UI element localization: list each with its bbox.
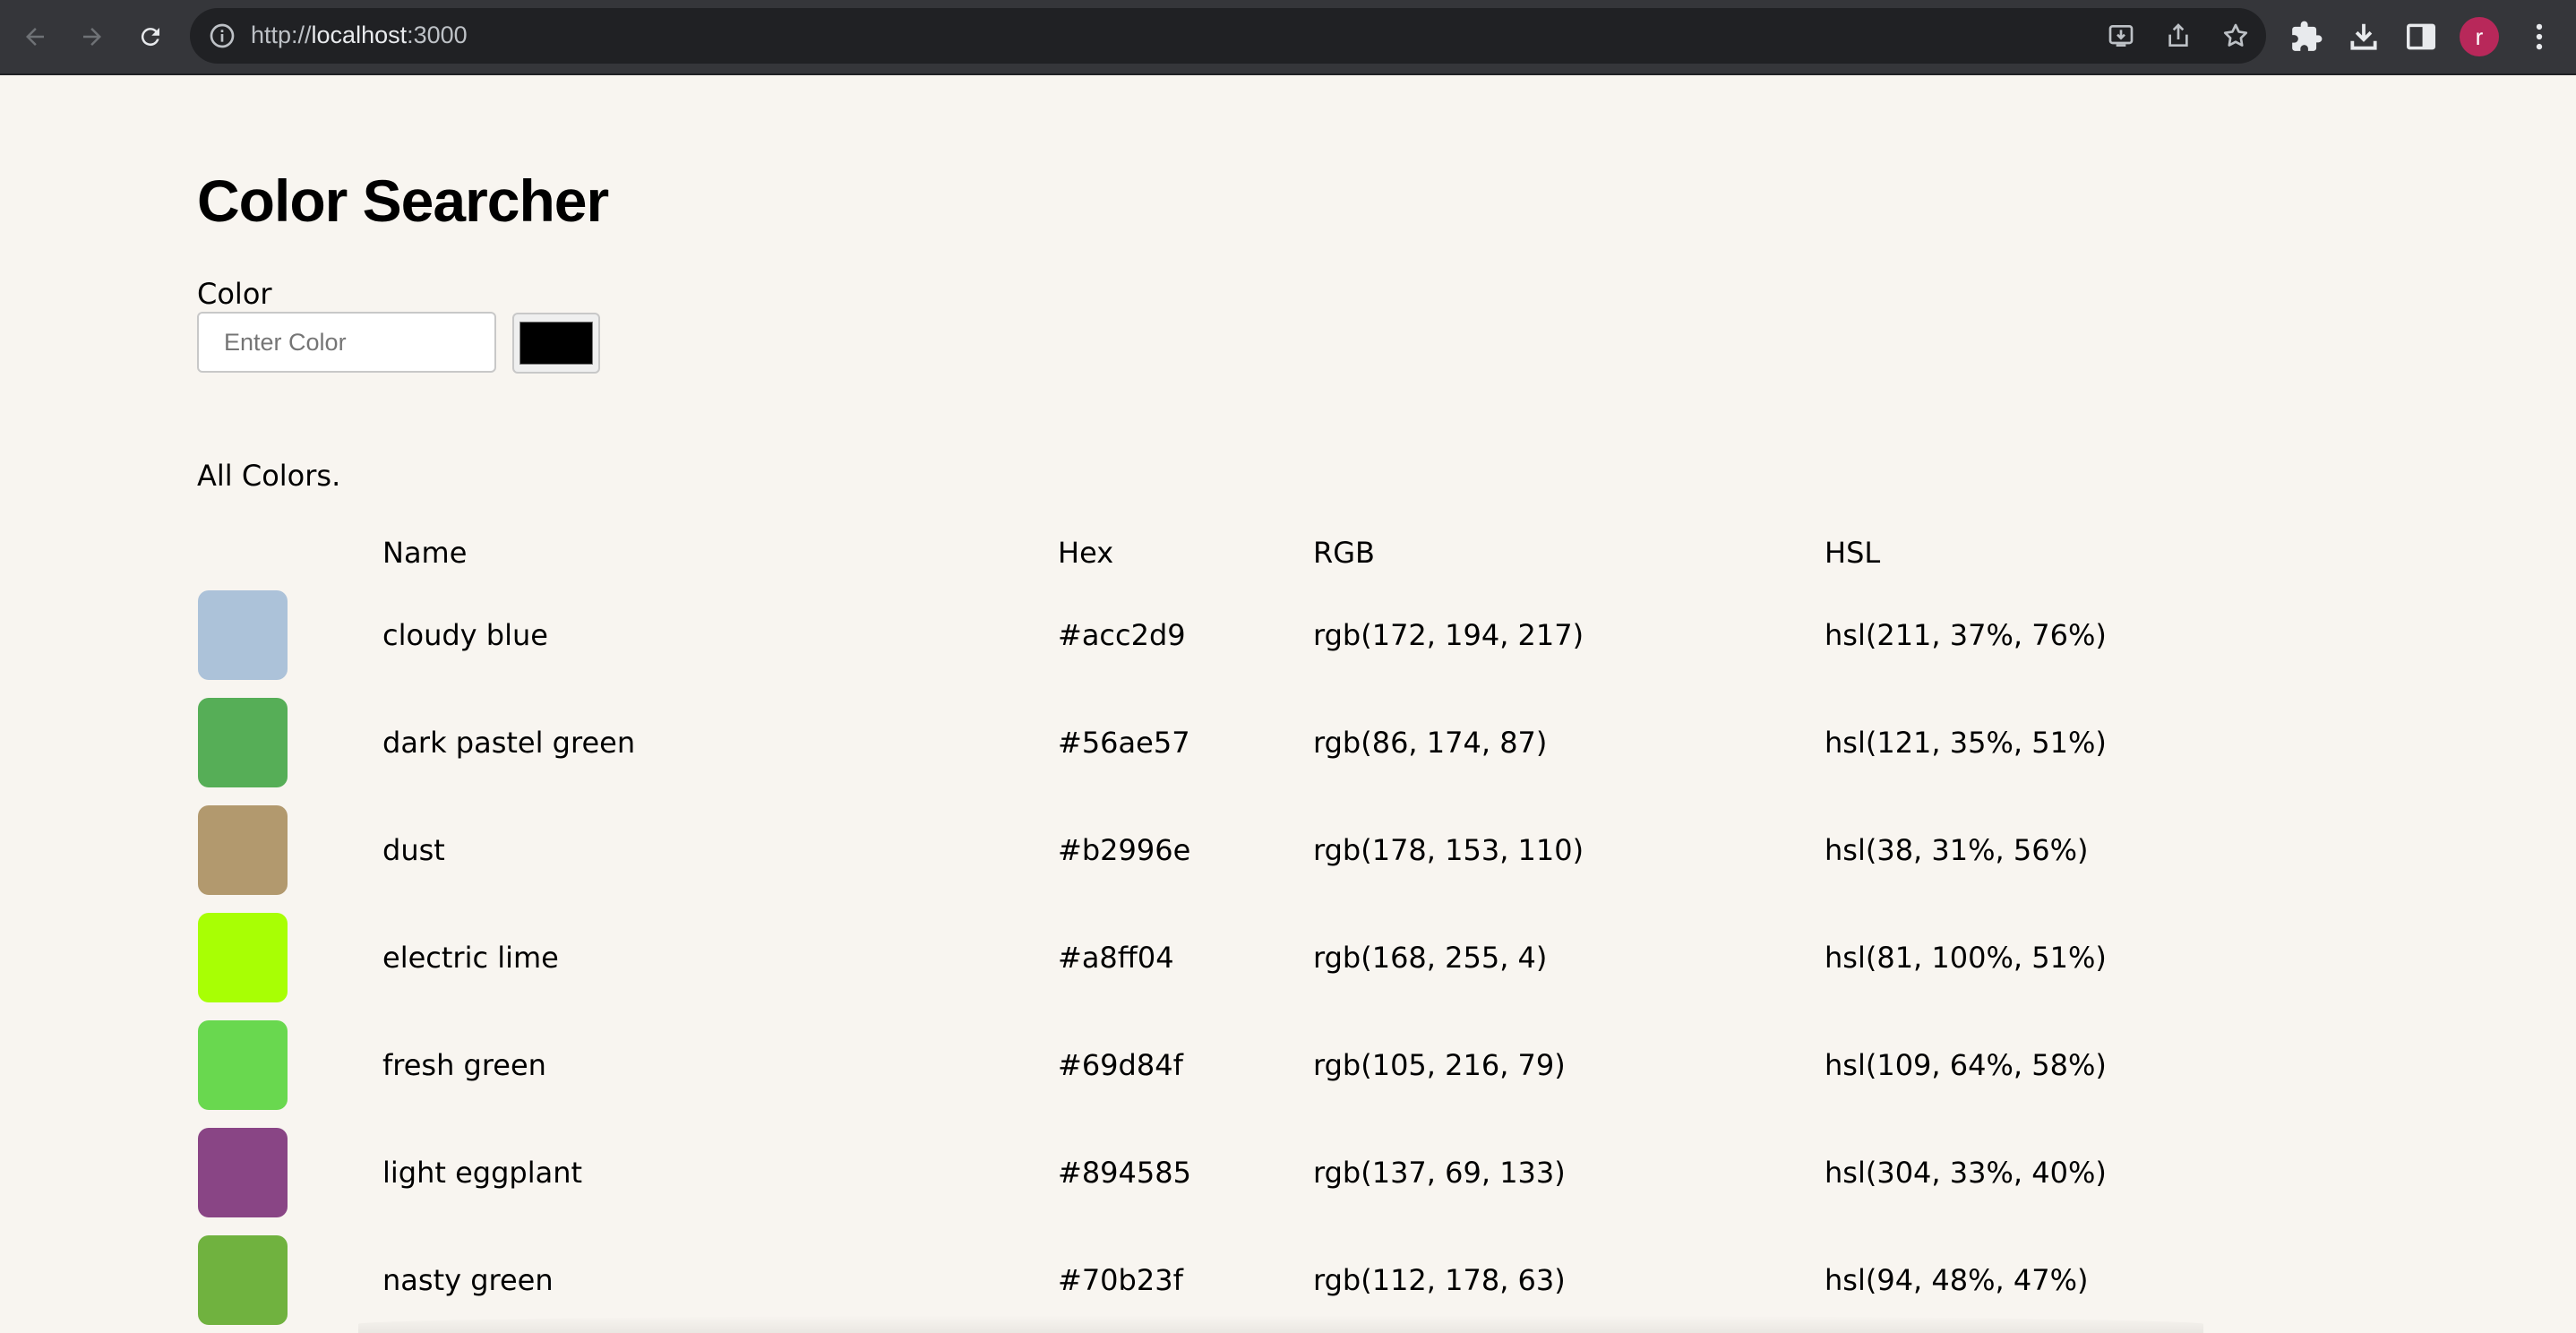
share-icon[interactable] [2164,22,2193,50]
color-name: dark pastel green [382,726,636,760]
color-hex: #b2996e [1058,833,1191,867]
color-rgb: rgb(178, 153, 110) [1313,833,1584,867]
header-hsl: HSL [1825,536,1881,570]
color-picker-button[interactable] [512,313,600,374]
color-rgb: rgb(105, 216, 79) [1313,1048,1566,1082]
install-app-icon[interactable] [2107,22,2135,50]
color-rgb: rgb(112, 178, 63) [1313,1263,1566,1297]
reload-button[interactable] [130,16,171,57]
color-name: cloudy blue [382,618,548,652]
table-row: cloudy blue #acc2d9 rgb(172, 194, 217) h… [0,590,2576,680]
download-icon[interactable] [2347,20,2381,54]
extensions-icon[interactable] [2289,20,2323,54]
color-hex: #56ae57 [1058,726,1190,760]
color-swatch [198,1235,288,1325]
color-name: fresh green [382,1048,546,1082]
color-rgb: rgb(172, 194, 217) [1313,618,1584,652]
color-hex: #70b23f [1058,1263,1183,1297]
info-icon [210,23,235,48]
arrow-left-icon [26,28,44,46]
arrow-right-icon [83,28,101,46]
color-hsl: hsl(211, 37%, 76%) [1825,618,2107,652]
profile-avatar[interactable]: r [2460,17,2499,56]
header-rgb: RGB [1313,536,1375,570]
table-row: dark pastel green #56ae57 rgb(86, 174, 8… [0,698,2576,787]
color-swatch [198,805,288,895]
url-scheme: http:// [251,22,312,48]
color-name: light eggplant [382,1156,583,1190]
color-name: dust [382,833,445,867]
color-swatch [198,913,288,1002]
color-hsl: hsl(38, 31%, 56%) [1825,833,2089,867]
table-row: light eggplant #894585 rgb(137, 69, 133)… [0,1128,2576,1217]
color-hsl: hsl(94, 48%, 47%) [1825,1263,2089,1297]
header-hex: Hex [1058,536,1114,570]
color-swatch [198,1128,288,1217]
color-name: electric lime [382,941,559,975]
list-heading: All Colors. [197,459,341,493]
color-swatch [198,1020,288,1110]
color-hsl: hsl(109, 64%, 58%) [1825,1048,2107,1082]
bookmark-star-icon[interactable] [2221,22,2250,50]
forward-button[interactable] [72,16,113,57]
address-bar[interactable]: http://localhost:3000 [190,8,2266,64]
color-search-input[interactable] [197,312,496,373]
color-hsl: hsl(121, 35%, 51%) [1825,726,2107,760]
side-panel-icon[interactable] [2404,20,2438,54]
table-row: electric lime #a8ff04 rgb(168, 255, 4) h… [0,913,2576,1002]
color-swatch [198,590,288,680]
header-name: Name [382,536,468,570]
reload-icon [141,28,159,47]
color-hsl: hsl(304, 33%, 40%) [1825,1156,2107,1190]
url-host: localhost [311,22,408,48]
browser-toolbar: http://localhost:3000 r [0,0,2576,75]
color-swatch [198,698,288,787]
more-menu-icon[interactable] [2522,20,2556,54]
back-button[interactable] [14,16,56,57]
color-rgb: rgb(137, 69, 133) [1313,1156,1566,1190]
color-rgb: rgb(168, 255, 4) [1313,941,1548,975]
url-text: http://localhost:3000 [251,22,468,49]
color-hsl: hsl(81, 100%, 51%) [1825,941,2107,975]
scroll-shadow [358,1315,2203,1333]
page-title: Color Searcher [197,168,609,234]
table-row: fresh green #69d84f rgb(105, 216, 79) hs… [0,1020,2576,1110]
url-port: :3000 [407,22,468,48]
table-row: nasty green #70b23f rgb(112, 178, 63) hs… [0,1235,2576,1325]
color-rgb: rgb(86, 174, 87) [1313,726,1548,760]
color-name: nasty green [382,1263,554,1297]
color-hex: #acc2d9 [1058,618,1186,652]
color-picker-swatch [519,322,593,365]
color-label: Color [197,277,272,311]
color-hex: #a8ff04 [1058,941,1174,975]
color-hex: #894585 [1058,1156,1191,1190]
color-hex: #69d84f [1058,1048,1183,1082]
table-row: dust #b2996e rgb(178, 153, 110) hsl(38, … [0,805,2576,895]
